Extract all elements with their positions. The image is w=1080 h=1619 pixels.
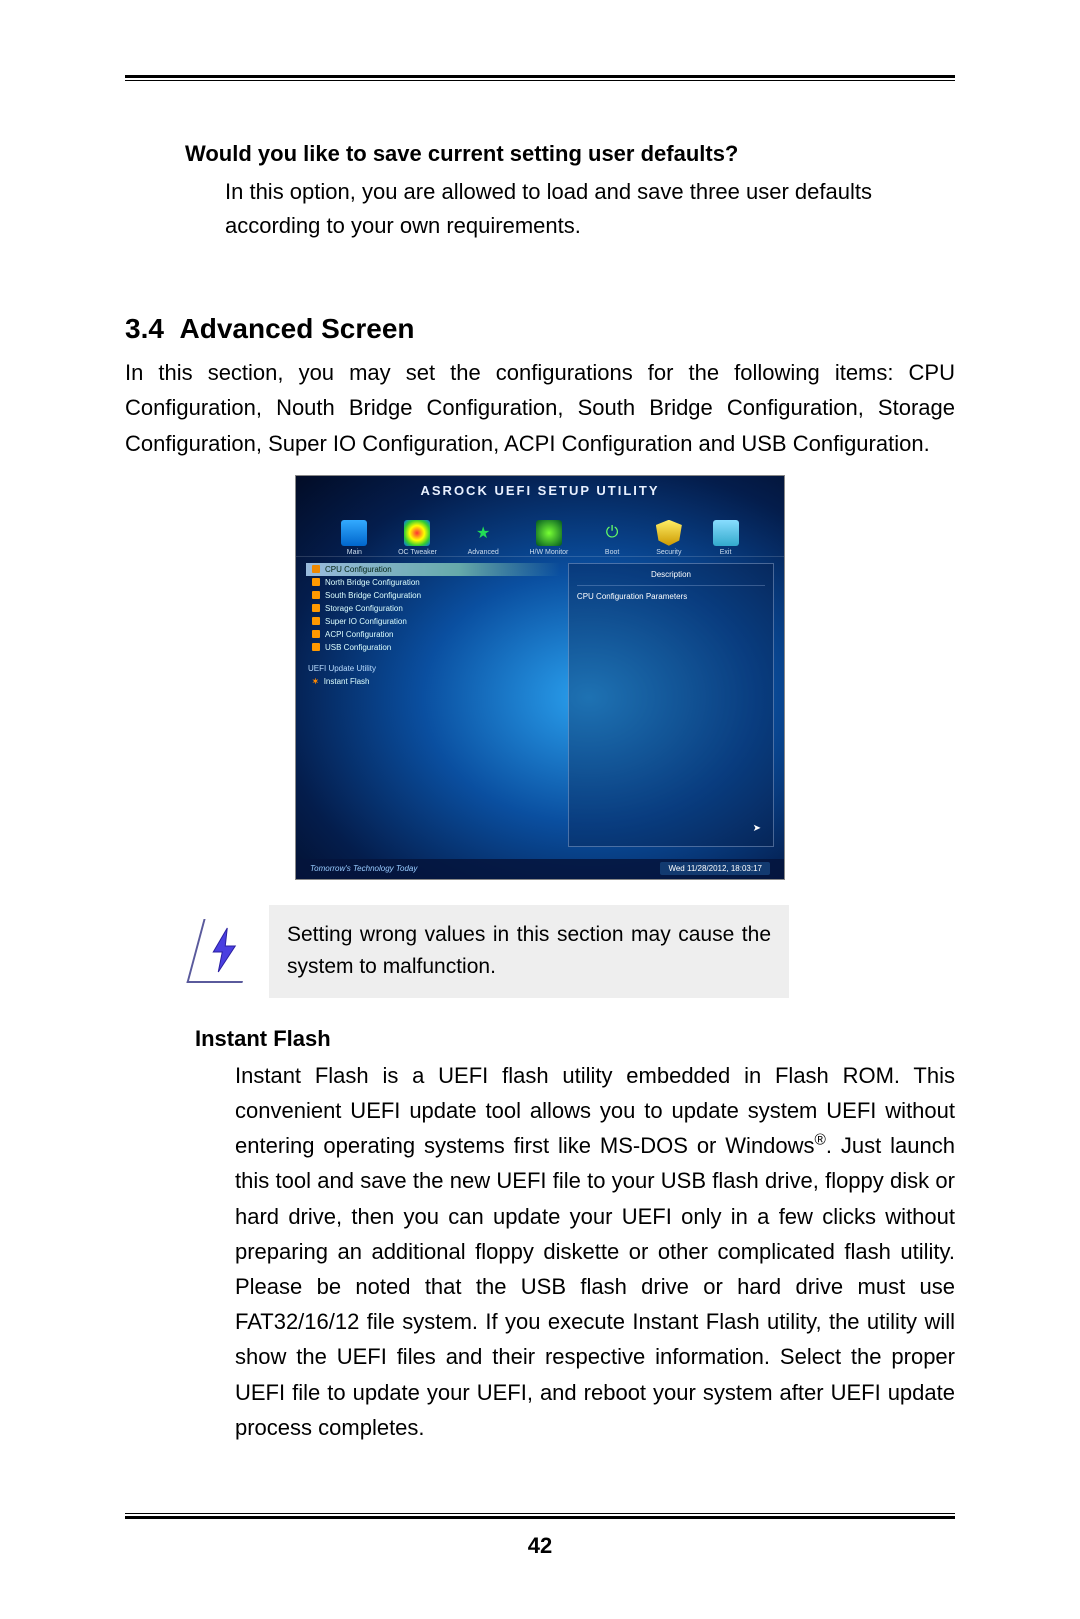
bullet-icon <box>312 630 320 638</box>
section-body: In this section, you may set the configu… <box>125 355 955 461</box>
bios-tab-exit: Exit <box>713 520 739 556</box>
bios-description-text: CPU Configuration Parameters <box>577 592 765 601</box>
bios-tab-security: Security <box>656 520 682 556</box>
bios-menu-item: CPU Configuration <box>306 563 560 576</box>
bullet-icon <box>312 604 320 612</box>
bios-footer: Tomorrow's Technology Today Wed 11/28/20… <box>296 859 784 879</box>
power-icon: ⏻ <box>599 520 625 546</box>
bios-screenshot: ASROCK UEFI SETUP UTILITY Main OC Tweake… <box>295 475 785 880</box>
bios-footer-slogan: Tomorrow's Technology Today <box>310 864 417 873</box>
warning-note-text: Setting wrong values in this section may… <box>269 905 789 998</box>
bios-menu-item: ACPI Configuration <box>306 628 560 641</box>
bios-description-panel: Description CPU Configuration Parameters… <box>568 563 774 847</box>
section-heading: 3.4 Advanced Screen <box>125 313 955 345</box>
bios-menu-item: Storage Configuration <box>306 602 560 615</box>
bullet-icon <box>312 591 320 599</box>
bios-menu-item: North Bridge Configuration <box>306 576 560 589</box>
bios-tab-hw: H/W Monitor <box>529 520 568 556</box>
warning-note: Setting wrong values in this section may… <box>195 905 955 998</box>
bullet-icon <box>312 617 320 625</box>
question-body: In this option, you are allowed to load … <box>225 175 955 243</box>
lightning-icon <box>186 919 259 983</box>
shield-icon <box>656 520 682 546</box>
bios-title: ASROCK UEFI SETUP UTILITY <box>296 476 784 502</box>
bios-menu-panel: CPU Configuration North Bridge Configura… <box>306 563 560 847</box>
question-title: Would you like to save current setting u… <box>185 141 955 167</box>
bios-tab-advanced: ★Advanced <box>468 520 499 556</box>
cursor-icon: ➤ <box>753 823 761 834</box>
instant-flash-heading: Instant Flash <box>195 1026 955 1052</box>
section-title: Advanced Screen <box>180 313 415 344</box>
bullet-icon <box>312 565 320 573</box>
bios-tab-row: Main OC Tweaker ★Advanced H/W Monitor ⏻B… <box>296 502 784 557</box>
instant-flash-body: Instant Flash is a UEFI flash utility em… <box>235 1058 955 1445</box>
section-number: 3.4 <box>125 313 164 344</box>
bios-update-section-label: UEFI Update Utility <box>308 664 560 673</box>
bios-footer-timestamp: Wed 11/28/2012, 18:03:17 <box>660 862 770 875</box>
bios-tab-oc: OC Tweaker <box>398 520 437 556</box>
save-defaults-question: Would you like to save current setting u… <box>185 141 955 243</box>
bios-menu-item: Super IO Configuration <box>306 615 560 628</box>
orb-icon <box>536 520 562 546</box>
bios-menu-list: CPU Configuration North Bridge Configura… <box>306 563 560 654</box>
page-number: 42 <box>0 1533 1080 1559</box>
registered-symbol: ® <box>815 1132 826 1149</box>
flash-icon: ✶ <box>312 677 319 686</box>
bullet-icon <box>312 578 320 586</box>
bios-tab-boot: ⏻Boot <box>599 520 625 556</box>
bios-menu-item: USB Configuration <box>306 641 560 654</box>
color-wheel-icon <box>404 520 430 546</box>
monitor-icon <box>341 520 367 546</box>
bios-description-label: Description <box>577 570 765 586</box>
battery-icon <box>713 520 739 546</box>
bottom-horizontal-rule <box>125 1513 955 1519</box>
bios-menu-item: South Bridge Configuration <box>306 589 560 602</box>
bullet-icon <box>312 643 320 651</box>
star-icon: ★ <box>470 520 496 546</box>
top-horizontal-rule <box>125 75 955 81</box>
bios-tab-main: Main <box>341 520 367 556</box>
bios-instant-flash-item: ✶ Instant Flash <box>312 677 560 686</box>
